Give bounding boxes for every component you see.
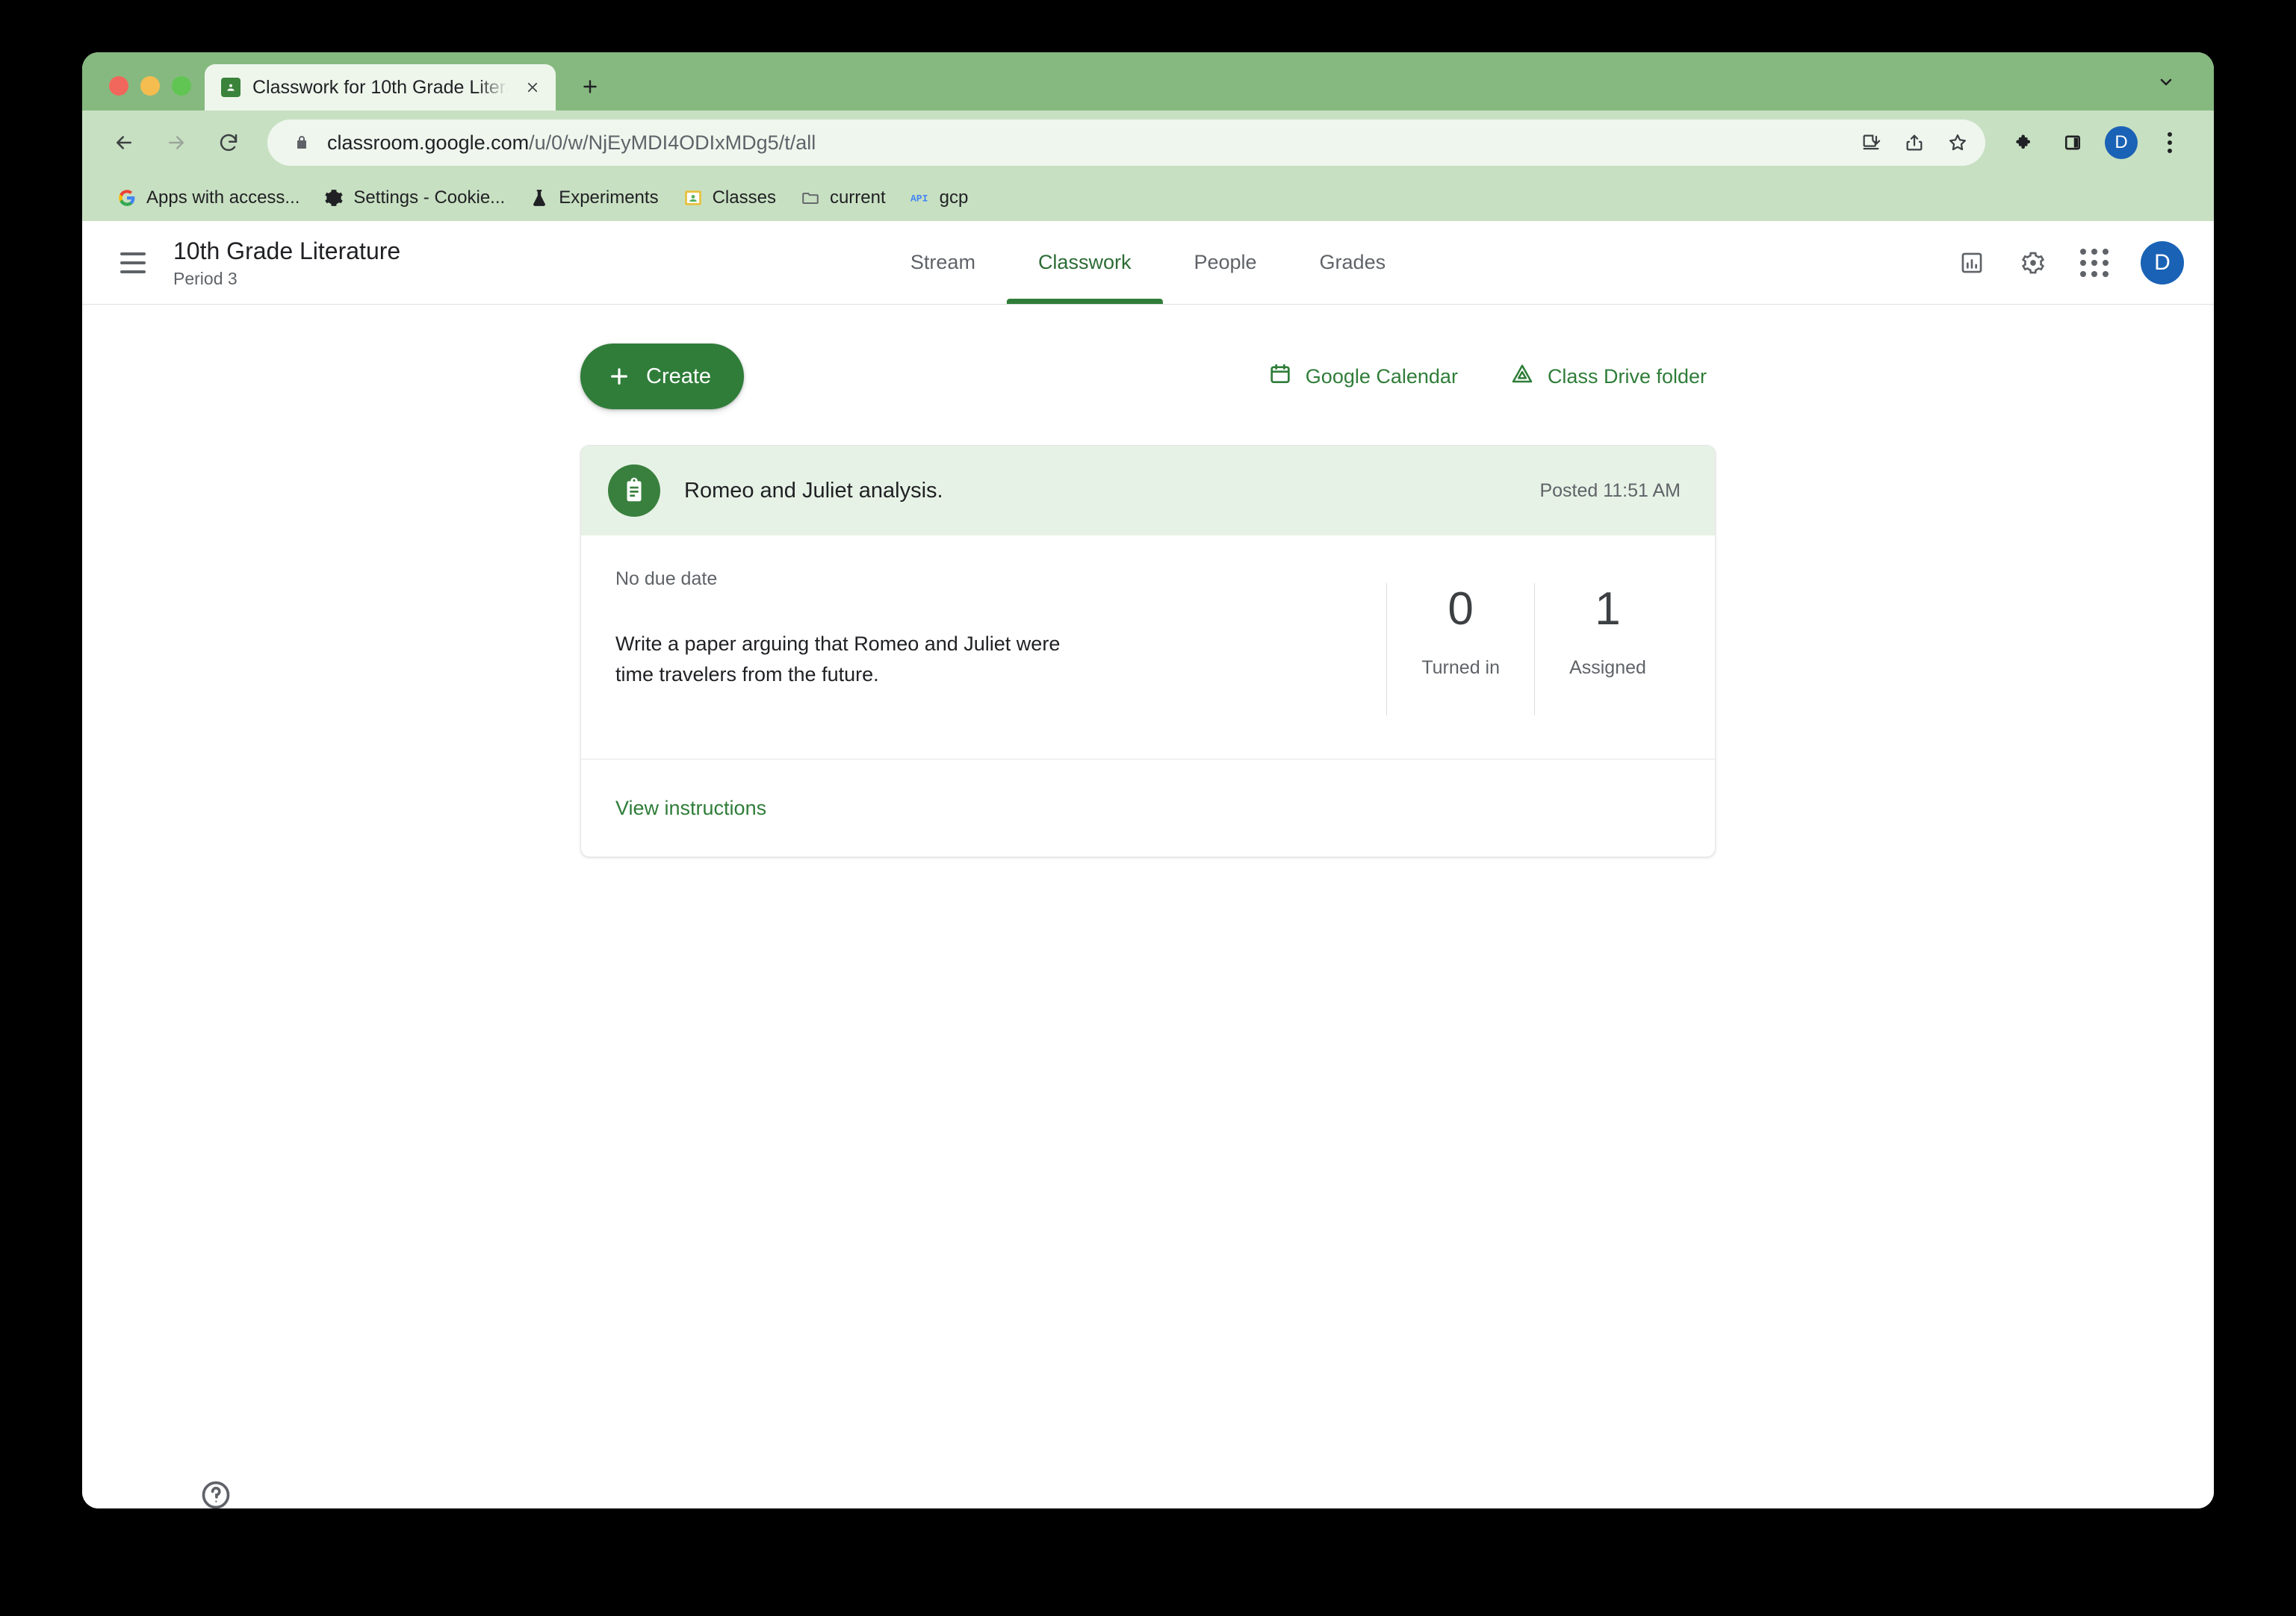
bookmark-label: Settings - Cookie...: [353, 187, 506, 208]
classroom-app-header: 10th Grade Literature Period 3 Stream Cl…: [82, 221, 2214, 305]
counter-value: 1: [1595, 583, 1621, 635]
svg-text:API: API: [910, 193, 928, 205]
bookmark-label: current: [829, 187, 886, 208]
folder-icon: [800, 187, 821, 208]
clipboard-assignment-icon: [608, 464, 660, 517]
close-window-button[interactable]: [109, 76, 128, 96]
tab-grades[interactable]: Grades: [1288, 221, 1418, 304]
reload-icon[interactable]: [206, 120, 251, 165]
tab-stream[interactable]: Stream: [879, 221, 1007, 304]
close-icon[interactable]: [520, 75, 545, 100]
hamburger-menu-icon[interactable]: [109, 239, 157, 287]
bookmark-label: Experiments: [559, 187, 659, 208]
assignment-card-body: No due date Write a paper arguing that R…: [581, 535, 1715, 759]
class-section-label: Period 3: [173, 269, 238, 288]
calendar-icon: [1268, 362, 1292, 391]
assignment-details: No due date Write a paper arguing that R…: [615, 568, 1386, 715]
url-text: classroom.google.com/u/0/w/NjEyMDI4ODIxM…: [327, 131, 816, 154]
bookmark-current-folder[interactable]: current: [788, 181, 898, 214]
tab-classwork[interactable]: Classwork: [1006, 221, 1163, 304]
install-icon[interactable]: [1849, 121, 1893, 164]
minimize-window-button[interactable]: [140, 76, 160, 96]
header-actions: D: [1948, 239, 2184, 287]
gear-icon[interactable]: [2009, 239, 2057, 287]
browser-window: Classwork for 10th Grade Litera classroo: [82, 52, 2214, 1508]
toolbar-right-actions: D: [2003, 121, 2191, 164]
page-title: 10th Grade Literature: [173, 237, 401, 264]
browser-tab-strip: Classwork for 10th Grade Litera: [82, 52, 2214, 111]
bookmark-gcp[interactable]: API gcp: [898, 181, 981, 214]
link-label: Google Calendar: [1305, 364, 1458, 388]
create-button[interactable]: Create: [580, 344, 745, 409]
classwork-links: Google Calendar Class Drive folder: [1259, 355, 1716, 399]
forward-arrow-icon: [154, 120, 199, 165]
bookmarks-bar: Apps with access... Settings - Cookie...…: [82, 175, 2214, 221]
tab-people[interactable]: People: [1162, 221, 1288, 304]
google-calendar-link[interactable]: Google Calendar: [1259, 355, 1467, 399]
three-dot-menu-icon[interactable]: [2148, 121, 2191, 164]
counter-assigned[interactable]: 1 Assigned: [1534, 583, 1681, 715]
star-icon[interactable]: [1936, 121, 1979, 164]
apps-grid-icon[interactable]: [2070, 239, 2118, 287]
create-button-label: Create: [646, 364, 712, 388]
side-panel-icon[interactable]: [2051, 121, 2094, 164]
back-arrow-icon[interactable]: [102, 120, 146, 165]
plus-icon: [611, 368, 627, 385]
api-icon: API: [910, 187, 931, 208]
window-controls: [82, 76, 205, 111]
help-circle-icon[interactable]: [194, 1473, 238, 1508]
link-label: Class Drive folder: [1547, 364, 1707, 388]
puzzle-piece-icon[interactable]: [2003, 121, 2047, 164]
page-viewport: 10th Grade Literature Period 3 Stream Cl…: [82, 221, 2214, 1508]
google-classroom-icon: [683, 187, 704, 208]
assignment-counters: 0 Turned in 1 Assigned: [1386, 568, 1681, 715]
chrome-profile-avatar[interactable]: D: [2105, 126, 2138, 159]
address-bar[interactable]: classroom.google.com/u/0/w/NjEyMDI4ODIxM…: [267, 119, 1985, 166]
counter-value: 0: [1448, 583, 1474, 635]
assignment-card-footer: View instructions: [581, 759, 1715, 857]
class-drive-folder-link[interactable]: Class Drive folder: [1501, 355, 1716, 399]
class-identity: 10th Grade Literature Period 3: [173, 236, 400, 289]
assignment-title: Romeo and Juliet analysis.: [684, 478, 943, 503]
maximize-window-button[interactable]: [172, 76, 191, 96]
browser-tab[interactable]: Classwork for 10th Grade Litera: [205, 64, 556, 111]
flask-icon: [529, 187, 550, 208]
assignment-card[interactable]: Romeo and Juliet analysis. Posted 11:51 …: [580, 445, 1716, 857]
counter-label: Turned in: [1421, 657, 1500, 679]
due-date-label: No due date: [615, 568, 718, 589]
chevron-down-icon[interactable]: [2151, 67, 2181, 97]
bookmark-apps-with-access[interactable]: Apps with access...: [105, 181, 311, 214]
counter-turned-in[interactable]: 0 Turned in: [1386, 583, 1534, 715]
view-instructions-link[interactable]: View instructions: [615, 797, 766, 820]
bookmark-label: gcp: [939, 187, 969, 208]
bookmark-classes[interactable]: Classes: [671, 181, 788, 214]
posted-timestamp: Posted 11:51 AM: [1539, 479, 1681, 501]
bookmark-label: Classes: [712, 187, 776, 208]
google-g-icon: [117, 187, 137, 208]
browser-toolbar: classroom.google.com/u/0/w/NjEyMDI4ODIxM…: [82, 111, 2214, 175]
avatar[interactable]: D: [2141, 240, 2184, 285]
google-classroom-icon: [221, 78, 241, 97]
bookmark-settings-cookies[interactable]: Settings - Cookie...: [311, 181, 517, 214]
bookmark-experiments[interactable]: Experiments: [517, 181, 670, 214]
assignment-description: Write a paper arguing that Romeo and Jul…: [615, 633, 1061, 686]
bookmark-label: Apps with access...: [146, 187, 300, 208]
bar-chart-icon[interactable]: [1948, 239, 1996, 287]
counter-label: Assigned: [1569, 657, 1646, 679]
drive-icon: [1510, 362, 1534, 391]
browser-tab-title: Classwork for 10th Grade Litera: [252, 76, 508, 98]
classwork-action-row: Create Google Calendar Class Drive folde…: [580, 344, 1716, 409]
share-icon[interactable]: [1893, 121, 1936, 164]
lock-icon: [293, 132, 311, 153]
classroom-nav-tabs: Stream Classwork People Grades: [879, 221, 1417, 304]
classwork-content: Create Google Calendar Class Drive folde…: [82, 344, 2214, 1508]
assignment-card-header[interactable]: Romeo and Juliet analysis. Posted 11:51 …: [581, 446, 1715, 535]
new-tab-button[interactable]: [569, 66, 611, 108]
gear-icon: [323, 187, 344, 208]
